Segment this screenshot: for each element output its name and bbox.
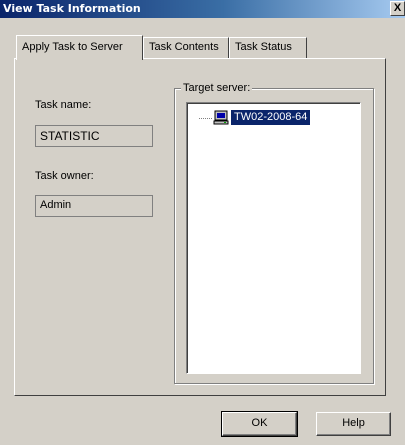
server-name: TW02-2008-64 bbox=[231, 110, 311, 125]
task-name-label: Task name: bbox=[35, 99, 92, 111]
task-name-field: STATISTIC bbox=[35, 125, 153, 147]
tab-task-contents[interactable]: Task Contents bbox=[143, 37, 229, 58]
target-server-group: Target server: TW02-2008-64 bbox=[174, 82, 374, 384]
close-button[interactable]: X bbox=[390, 1, 405, 16]
ok-button[interactable]: OK bbox=[221, 411, 298, 437]
tab-panel-apply-task: Task name: STATISTIC Task owner: Admin T… bbox=[14, 58, 386, 396]
server-computer-icon bbox=[213, 110, 229, 125]
target-server-tree[interactable]: TW02-2008-64 bbox=[186, 102, 361, 374]
task-owner-label: Task owner: bbox=[35, 170, 94, 182]
task-owner-field: Admin bbox=[35, 195, 153, 217]
tab-apply-task-to-server[interactable]: Apply Task to Server bbox=[16, 35, 143, 60]
tab-label: Task Status bbox=[235, 41, 292, 53]
help-button[interactable]: Help bbox=[316, 412, 391, 436]
tree-connector-line bbox=[199, 118, 212, 119]
window-title: View Task Information bbox=[3, 2, 141, 15]
target-server-label: Target server: bbox=[181, 82, 253, 94]
title-bar: View Task Information X bbox=[0, 0, 405, 18]
tab-label: Task Contents bbox=[149, 41, 219, 53]
tab-task-status[interactable]: Task Status bbox=[229, 37, 307, 58]
tab-label: Apply Task to Server bbox=[22, 41, 123, 53]
